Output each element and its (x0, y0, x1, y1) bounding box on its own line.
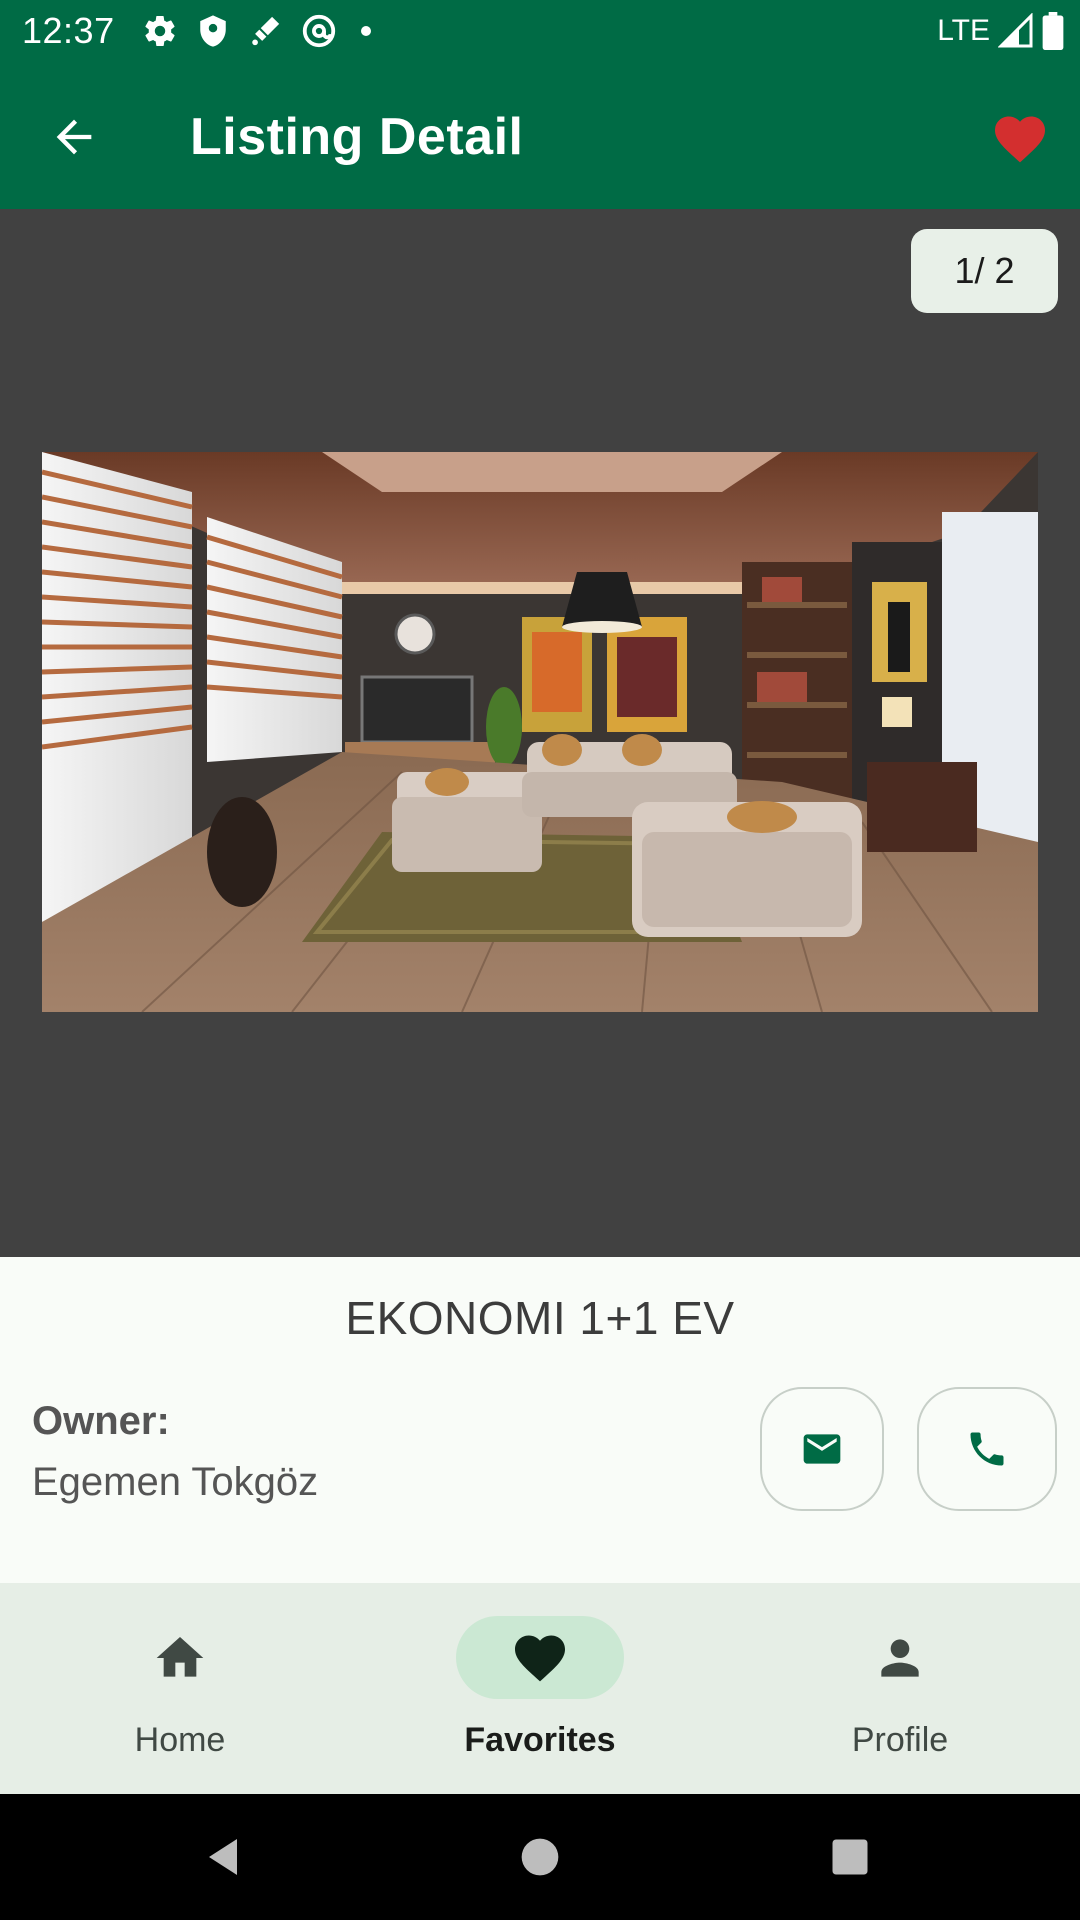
image-counter: 1/ 2 (911, 229, 1058, 313)
nav-indicator-active (456, 1616, 624, 1699)
nav-indicator (96, 1616, 264, 1699)
favorite-toggle-button[interactable] (982, 101, 1058, 177)
status-right: LTE (937, 12, 1064, 50)
page-title: Listing Detail (190, 108, 524, 166)
nav-label-home: Home (134, 1721, 226, 1759)
shield-icon (200, 15, 226, 47)
network-type: LTE (937, 14, 990, 47)
nav-indicator (816, 1616, 984, 1699)
satellite-icon (252, 16, 280, 46)
system-back-button[interactable] (192, 1824, 258, 1890)
arrow-left-icon (56, 119, 92, 155)
dot-icon (361, 26, 371, 36)
nav-item-favorites[interactable]: Favorites (360, 1583, 720, 1794)
status-time: 12:37 (22, 10, 115, 51)
square-recents-icon (832, 1839, 868, 1875)
call-owner-button[interactable] (917, 1387, 1057, 1511)
gear-icon (145, 16, 175, 47)
heart-icon (515, 1635, 565, 1681)
living-room-image (42, 452, 1038, 1012)
mail-icon (803, 1434, 841, 1464)
status-bar: 12:37 LTE (0, 0, 1080, 63)
system-home-button[interactable] (507, 1824, 573, 1890)
listing-title: EKONOMI 1+1 EV (345, 1292, 735, 1344)
phone-icon (970, 1432, 1004, 1466)
battery-icon (1042, 12, 1064, 50)
nav-item-profile[interactable]: Profile (720, 1583, 1080, 1794)
owner-name: Egemen Tokgöz (32, 1460, 319, 1504)
circle-home-icon (521, 1838, 559, 1876)
system-navigation-bar (0, 1794, 1080, 1920)
listing-photo[interactable] (42, 452, 1038, 1012)
signal-icon (998, 13, 1033, 48)
app-bar: Listing Detail (0, 63, 1080, 209)
bottom-navigation: Home Favorites Profile (0, 1583, 1080, 1794)
at-sign-icon (302, 14, 336, 48)
image-gallery[interactable]: 1/ 2 (0, 209, 1080, 1257)
listing-details: EKONOMI 1+1 EV Owner: Egemen Tokgöz (0, 1257, 1080, 1583)
home-icon (156, 1636, 204, 1677)
back-button[interactable] (36, 99, 112, 175)
owner-label: Owner: (32, 1399, 170, 1443)
system-recents-button[interactable] (817, 1824, 883, 1890)
nav-label-profile: Profile (851, 1721, 949, 1759)
triangle-back-icon (209, 1839, 237, 1875)
nav-label-favorites: Favorites (464, 1721, 616, 1759)
status-icons (142, 12, 376, 50)
heart-icon (995, 116, 1045, 163)
email-owner-button[interactable] (760, 1387, 884, 1511)
nav-item-home[interactable]: Home (0, 1583, 360, 1794)
person-icon (881, 1638, 919, 1677)
